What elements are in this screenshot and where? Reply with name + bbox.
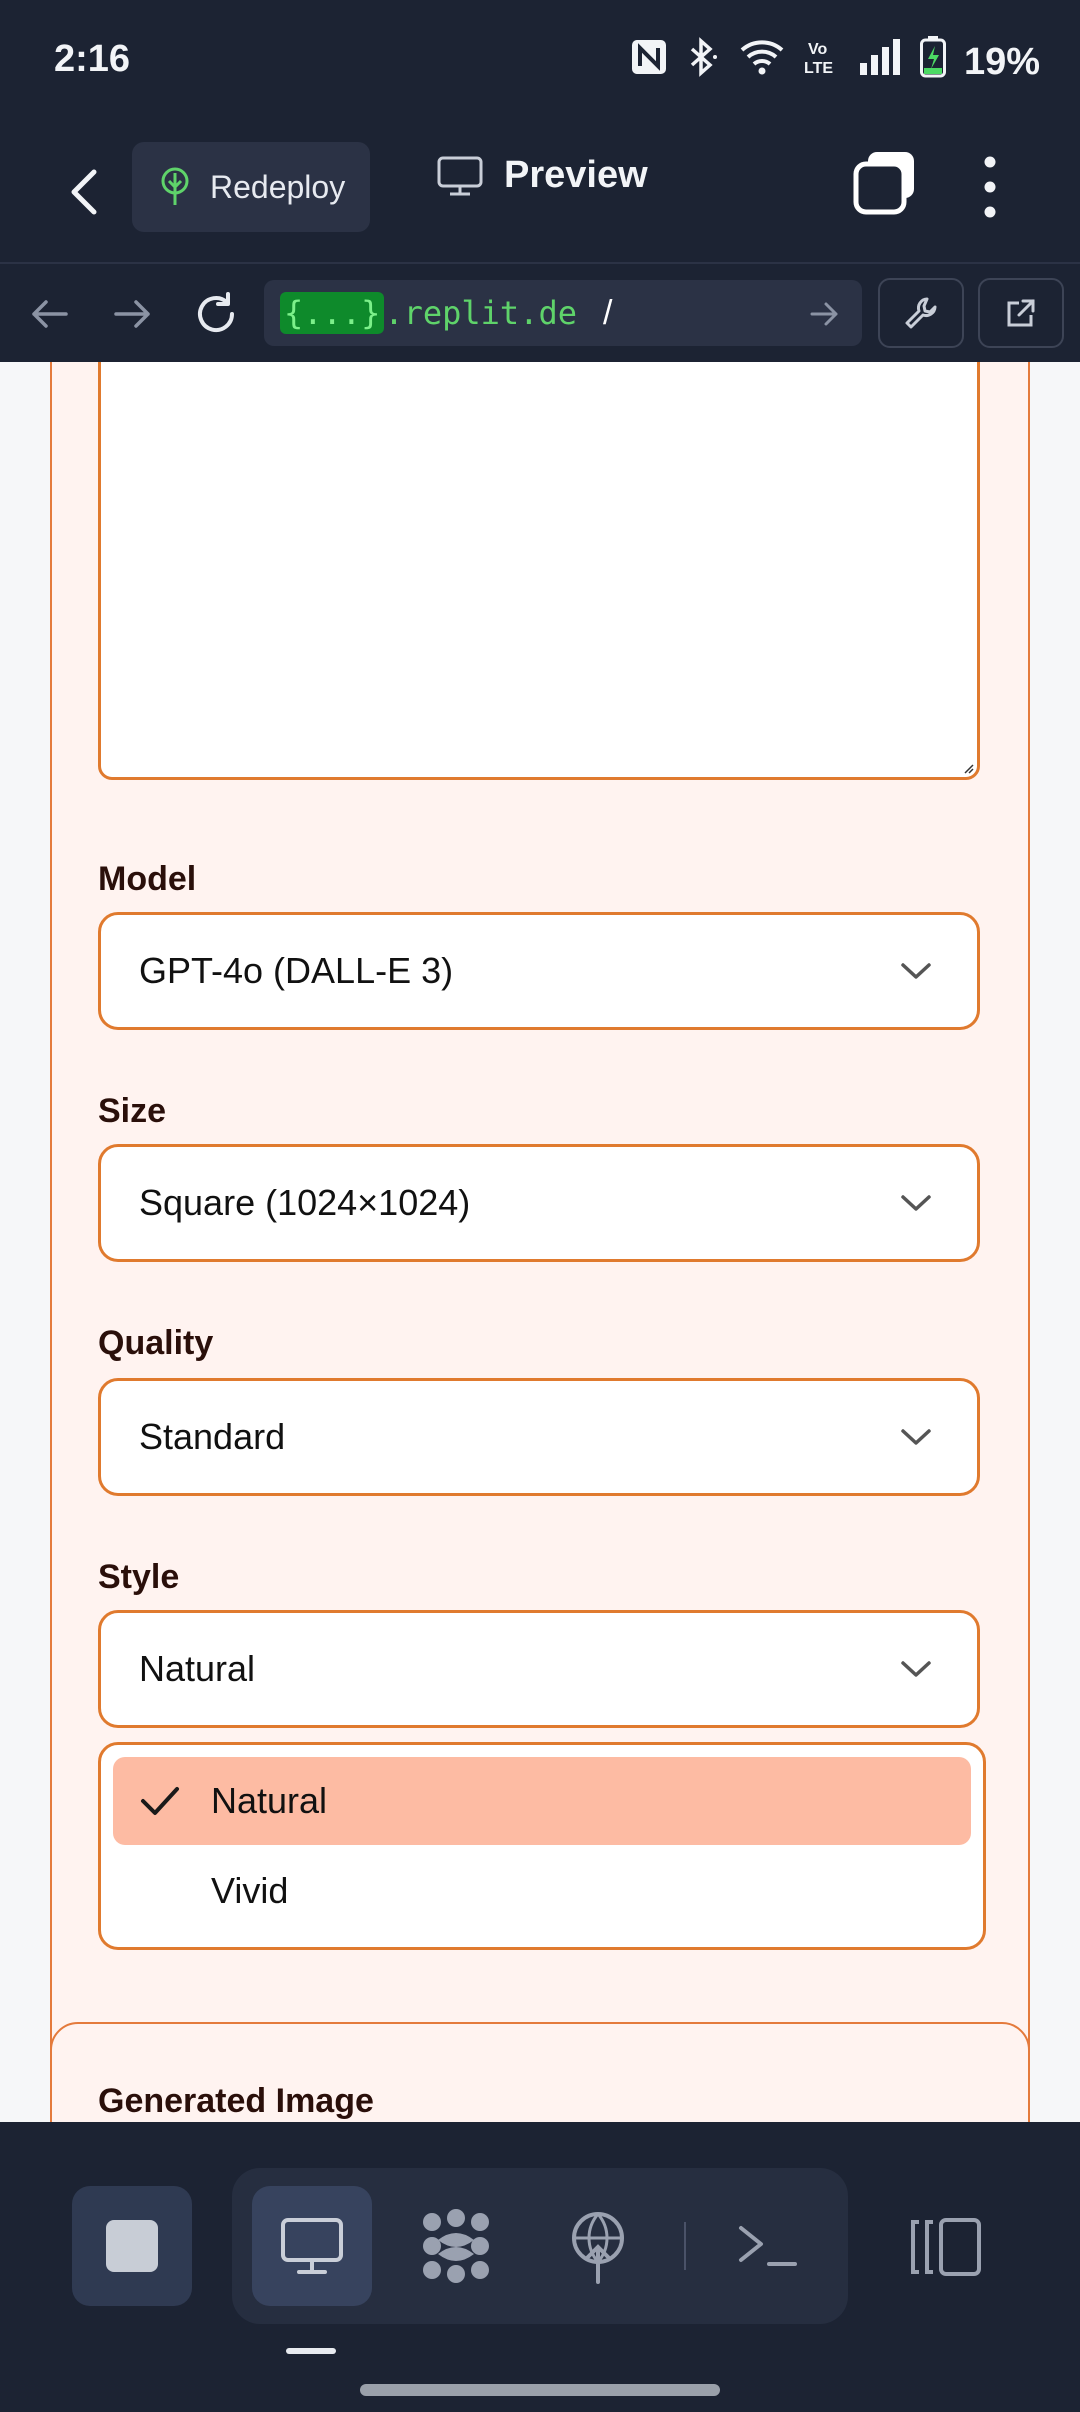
back-chevron-icon — [71, 169, 97, 215]
browser-url-bar: {...} .replit.de / — [0, 262, 1080, 362]
url-host: {...} .replit.de — [280, 292, 577, 334]
url-field[interactable]: {...} .replit.de / — [264, 280, 862, 346]
svg-text:LTE: LTE — [804, 60, 833, 77]
wrench-icon — [905, 297, 937, 329]
terminal-icon — [739, 2226, 797, 2266]
active-tab-indicator — [286, 2348, 336, 2354]
reload-icon — [198, 292, 234, 332]
tool-group — [232, 2168, 848, 2324]
tabs-button[interactable] — [852, 150, 920, 222]
model-select-value: GPT-4o (DALL-E 3) — [139, 950, 454, 991]
gesture-nav-bar[interactable] — [360, 2384, 720, 2396]
battery-percent: 19% — [963, 40, 1040, 83]
style-select[interactable]: Natural — [98, 1610, 980, 1728]
panel-layout-icon — [911, 2218, 981, 2276]
nav-forward-button[interactable] — [102, 284, 162, 344]
quality-select[interactable]: Standard — [98, 1378, 980, 1496]
generated-image-title: Generated Image — [98, 2082, 374, 2120]
style-option-vivid[interactable]: Vivid — [113, 1847, 971, 1935]
arrow-right-icon — [114, 300, 150, 328]
volte-icon: Vo LTE — [804, 37, 840, 87]
devtools-button[interactable] — [878, 278, 964, 348]
status-time: 2:16 — [54, 38, 131, 80]
model-label: Model — [98, 860, 197, 898]
quality-label: Quality — [98, 1324, 214, 1362]
status-bar: 2:16 Vo LTE 19% — [0, 0, 1080, 124]
tool-divider — [684, 2222, 686, 2270]
size-select-value: Square (1024×1024) — [139, 1182, 471, 1223]
battery-charging-icon — [919, 36, 946, 88]
agent-tool-button[interactable] — [396, 2186, 516, 2306]
checkmark-icon — [141, 1787, 179, 1815]
web-preview: Model GPT-4o (DALL-E 3) Size Square (102… — [0, 362, 1080, 2122]
bottom-toolbar — [0, 2122, 1080, 2412]
agent-dots-icon — [423, 2209, 489, 2283]
option-label: Natural — [211, 1780, 328, 1821]
resize-grip-icon[interactable] — [963, 763, 975, 775]
status-icons: Vo LTE 19% — [630, 36, 1040, 88]
external-link-icon — [1007, 299, 1035, 327]
shell-tool-button[interactable] — [708, 2186, 828, 2306]
stop-button[interactable] — [72, 2186, 192, 2306]
more-menu-button[interactable] — [970, 152, 1010, 222]
go-arrow-icon[interactable] — [804, 294, 844, 334]
redeploy-button[interactable]: Redeploy — [132, 142, 370, 232]
arrow-left-icon — [32, 300, 68, 328]
option-label: Vivid — [211, 1870, 289, 1911]
quality-select-value: Standard — [139, 1416, 286, 1457]
style-option-natural[interactable]: Natural — [113, 1757, 971, 1845]
wifi-icon — [738, 38, 786, 86]
chevron-down-icon — [901, 1195, 931, 1211]
deploy-tree-icon — [161, 167, 189, 205]
preview-label: Preview — [504, 154, 648, 196]
redeploy-label: Redeploy — [210, 168, 346, 205]
stop-icon — [106, 2220, 158, 2272]
style-label: Style — [98, 1558, 180, 1596]
app-toolbar: Redeploy Preview — [0, 124, 1080, 262]
size-select[interactable]: Square (1024×1024) — [98, 1144, 980, 1262]
chevron-down-icon — [901, 1429, 931, 1445]
bluetooth-icon — [686, 37, 720, 87]
monitor-icon — [281, 2218, 343, 2274]
open-new-tab-button[interactable] — [978, 278, 1064, 348]
panel-toggle-button[interactable] — [902, 2192, 992, 2302]
chevron-down-icon — [901, 963, 931, 979]
size-label: Size — [98, 1092, 167, 1130]
preview-tab[interactable]: Preview — [436, 154, 648, 197]
back-button[interactable] — [60, 160, 112, 224]
tabs-icon — [853, 152, 914, 215]
prompt-textarea[interactable] — [98, 362, 980, 780]
nav-back-button[interactable] — [20, 284, 80, 344]
preview-tool-button[interactable] — [252, 2186, 372, 2306]
url-path: / — [602, 293, 613, 332]
chevron-down-icon — [901, 1661, 931, 1677]
monitor-icon — [437, 156, 483, 195]
model-select[interactable]: GPT-4o (DALL-E 3) — [98, 912, 980, 1030]
signal-icon — [858, 39, 902, 85]
kebab-menu-icon — [984, 156, 996, 218]
globe-upload-icon — [572, 2212, 624, 2284]
reload-button[interactable] — [186, 284, 246, 344]
svg-text:Vo: Vo — [808, 41, 827, 58]
deploy-tool-button[interactable] — [538, 2186, 658, 2306]
style-select-value: Natural — [139, 1648, 256, 1689]
nfc-icon — [630, 38, 668, 86]
style-dropdown-menu: Natural Vivid — [98, 1742, 986, 1950]
